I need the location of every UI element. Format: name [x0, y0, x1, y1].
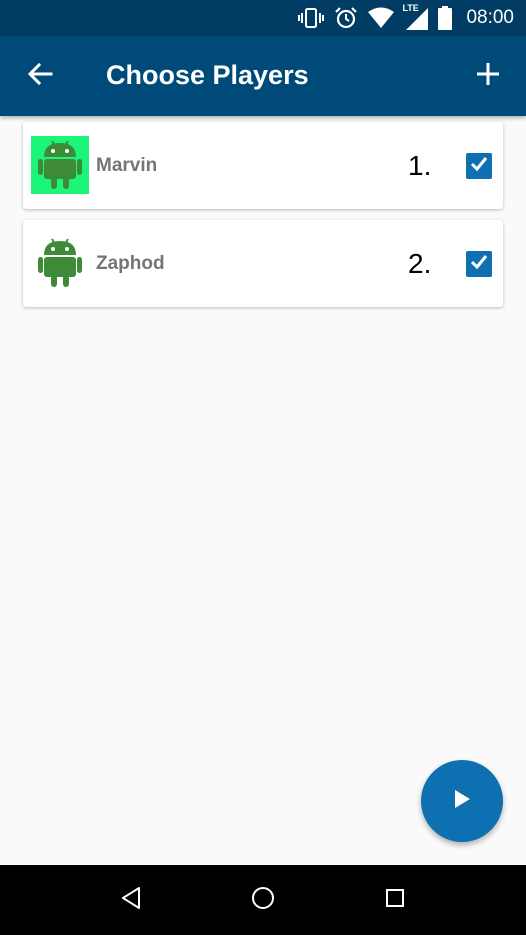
check-icon — [469, 252, 489, 277]
back-button[interactable] — [22, 58, 58, 94]
alarm-icon — [334, 6, 358, 30]
wifi-icon — [368, 7, 395, 29]
vibrate-icon — [298, 7, 325, 29]
player-checkbox[interactable] — [466, 153, 492, 179]
status-bar: LTE 08:00 — [0, 0, 526, 36]
arrow-back-icon — [27, 61, 53, 92]
player-avatar — [31, 234, 89, 292]
player-order: 1. — [408, 150, 432, 181]
system-nav-bar — [0, 865, 526, 935]
player-name: Zaphod — [96, 253, 165, 274]
nav-recents-button[interactable] — [380, 885, 410, 915]
player-checkbox[interactable] — [466, 251, 492, 277]
app-bar: Choose Players — [0, 36, 526, 116]
plus-icon — [476, 62, 500, 91]
nav-home-button[interactable] — [248, 885, 278, 915]
nav-home-icon — [250, 885, 276, 916]
check-icon — [469, 154, 489, 179]
player-card-zaphod[interactable]: Zaphod 2. — [23, 220, 503, 307]
player-avatar — [31, 136, 89, 194]
player-card-marvin[interactable]: Marvin 1. — [23, 122, 503, 209]
player-order: 2. — [408, 248, 432, 279]
status-time: 08:00 — [466, 7, 514, 28]
lte-label: LTE — [402, 3, 419, 13]
nav-back-button[interactable] — [116, 885, 146, 915]
nav-back-icon — [119, 886, 143, 915]
player-name: Marvin — [96, 155, 158, 176]
page-title: Choose Players — [106, 60, 309, 90]
android-icon — [38, 235, 82, 292]
play-icon — [452, 788, 472, 815]
nav-recents-icon — [384, 887, 406, 914]
start-game-button[interactable] — [421, 760, 503, 842]
add-player-button[interactable] — [470, 58, 506, 94]
android-icon — [38, 137, 82, 194]
battery-icon — [438, 6, 453, 30]
lte-signal-icon: LTE — [402, 3, 429, 30]
